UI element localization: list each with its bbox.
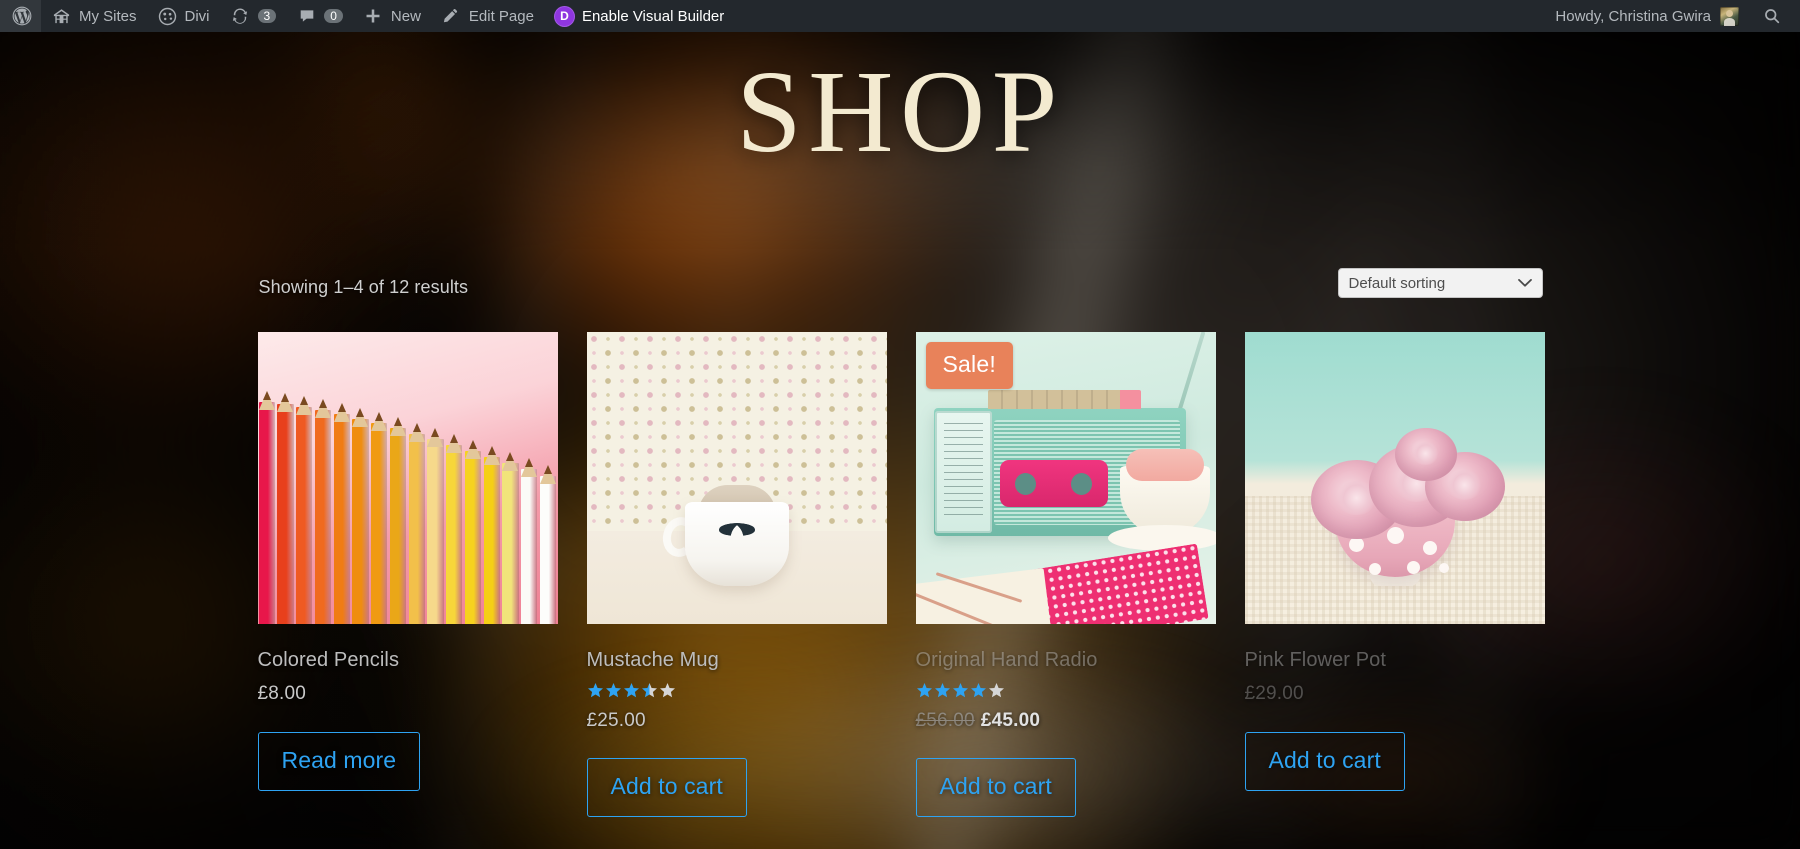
howdy-label: Howdy, Christina Gwira xyxy=(1555,7,1711,25)
adminbar-item-enable-visual-builder[interactable]: D Enable Visual Builder xyxy=(544,0,734,32)
comment-bubble-icon xyxy=(296,6,317,27)
adminbar-item-my-sites[interactable]: My Sites xyxy=(41,0,147,32)
adminbar-item-edit-page[interactable]: Edit Page xyxy=(431,0,544,32)
mustache-mug-photo xyxy=(586,332,887,624)
product-title[interactable]: Pink Flower Pot xyxy=(1245,648,1545,672)
add-to-cart-button[interactable]: Add to cart xyxy=(1244,732,1405,791)
add-to-cart-button[interactable]: Add to cart xyxy=(915,758,1076,817)
adminbar-right-group: Howdy, Christina Gwira xyxy=(1545,0,1800,32)
product-title[interactable]: Mustache Mug xyxy=(587,648,887,672)
product-thumbnail-link[interactable] xyxy=(257,332,558,624)
sorting-select[interactable]: Default sorting Sort by popularity Sort … xyxy=(1337,268,1543,298)
shop-page: My Sites Divi 3 0 New Edit Page D Enable… xyxy=(0,0,1800,849)
star-rating xyxy=(916,682,1216,699)
product-price: £8.00 xyxy=(257,683,307,704)
read-more-button[interactable]: Read more xyxy=(257,732,421,791)
add-to-cart-button[interactable]: Add to cart xyxy=(586,758,747,817)
shop-toolbar: Showing 1–4 of 12 results Default sortin… xyxy=(258,268,1543,316)
product-regular-price: £56.00 xyxy=(915,710,975,731)
product-card[interactable]: Sale! Original Hand Radio £56.00 £45.00 … xyxy=(915,332,1216,817)
product-card[interactable]: Colored Pencils £8.00 Read more xyxy=(257,332,558,791)
adminbar-item-updates[interactable]: 3 xyxy=(220,0,287,32)
adminbar-search-button[interactable] xyxy=(1749,0,1796,32)
divi-icon xyxy=(157,6,178,27)
avatar xyxy=(1720,6,1739,26)
product-price: £29.00 xyxy=(1244,683,1304,704)
wp-admin-bar[interactable]: My Sites Divi 3 0 New Edit Page D Enable… xyxy=(0,0,1800,32)
pink-roses-photo xyxy=(1244,332,1545,624)
product-grid: Colored Pencils £8.00 Read more Mustache… xyxy=(257,332,1545,817)
plus-icon xyxy=(363,6,384,27)
adminbar-label-new: New xyxy=(390,7,421,25)
product-price: £25.00 xyxy=(586,710,646,731)
sites-icon xyxy=(51,6,72,27)
product-thumbnail-link[interactable]: Sale! xyxy=(915,332,1216,624)
sale-badge: Sale! xyxy=(925,342,1013,389)
comments-count: 0 xyxy=(324,9,343,23)
pencil-icon xyxy=(441,6,462,27)
product-thumbnail-link[interactable] xyxy=(1244,332,1545,624)
page-title: SHOP xyxy=(736,46,1064,177)
colored-pencils-photo xyxy=(257,332,558,624)
product-title[interactable]: Original Hand Radio xyxy=(916,648,1216,672)
product-title[interactable]: Colored Pencils xyxy=(258,648,558,672)
product-sale-price: £45.00 xyxy=(980,710,1041,731)
product-card[interactable]: Pink Flower Pot £29.00 Add to cart xyxy=(1244,332,1545,791)
mustache-icon xyxy=(718,523,755,537)
result-count: Showing 1–4 of 12 results xyxy=(258,277,469,297)
search-icon xyxy=(1761,6,1782,27)
product-thumbnail-link[interactable] xyxy=(586,332,887,624)
product-card[interactable]: Mustache Mug £25.00 Add to cart xyxy=(586,332,887,817)
adminbar-howdy-account[interactable]: Howdy, Christina Gwira xyxy=(1545,0,1749,32)
adminbar-item-new[interactable]: New xyxy=(353,0,431,32)
ordering-form[interactable]: Default sorting Sort by popularity Sort … xyxy=(1337,268,1543,298)
adminbar-item-divi[interactable]: Divi xyxy=(147,0,220,32)
adminbar-label-enable-visual-builder: Enable Visual Builder xyxy=(581,7,725,25)
adminbar-label-divi: Divi xyxy=(184,7,210,25)
star-rating xyxy=(587,682,887,699)
wordpress-logo-icon xyxy=(11,6,32,27)
adminbar-label-my-sites: My Sites xyxy=(79,7,137,25)
divi-vb-badge-icon: D xyxy=(553,5,575,27)
wp-logo-button[interactable] xyxy=(0,0,41,32)
adminbar-label-edit-page: Edit Page xyxy=(468,7,534,25)
product-price: £56.00 £45.00 xyxy=(916,710,1216,732)
shop-content: Showing 1–4 of 12 results Default sortin… xyxy=(0,268,1800,817)
updates-count: 3 xyxy=(257,9,277,23)
updates-icon xyxy=(230,6,251,27)
adminbar-item-comments[interactable]: 0 xyxy=(286,0,353,32)
